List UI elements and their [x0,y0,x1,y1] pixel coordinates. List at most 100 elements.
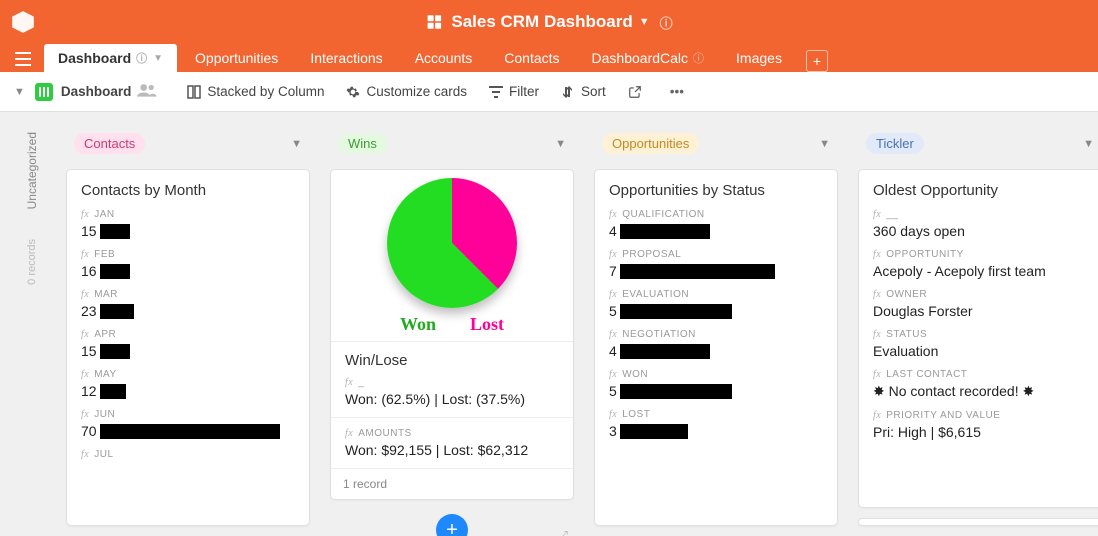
top-header: Sales CRM Dashboard ▼ ⓘ [0,0,1098,44]
chevron-down-icon[interactable]: ▼ [291,138,302,150]
field-label: LAST CONTACT [886,369,967,380]
card-win-lose[interactable]: Won Lost Win/Lose fx _ Won: (62.5%) | Los… [330,169,574,500]
field-value: 4 [609,223,823,239]
field-label: FEB [94,249,115,260]
field-label: LOST [622,409,650,420]
column-header[interactable]: Tickler ▼ [856,128,1098,159]
field-label: JUL [94,449,113,460]
tab-dashboard[interactable]: Dashboard ⓘ ▼ [44,44,177,72]
tickler-field: fxSTATUSEvaluation [873,329,1087,359]
add-tab-button[interactable]: + [806,50,828,72]
column-header[interactable]: Opportunities ▼ [592,128,840,159]
fx-icon: fx [873,410,881,421]
add-record-button[interactable]: + [436,514,468,536]
info-icon[interactable]: ⓘ [660,13,673,32]
workspace-title-text: Sales CRM Dashboard [451,12,632,32]
field-label: PROPOSAL [622,249,681,260]
fx-icon: fx [873,329,881,340]
fx-icon: fx [345,428,353,439]
tab-opportunities[interactable]: Opportunities [181,44,292,72]
field-label: MAR [94,289,118,300]
field-value: 3 [609,423,823,439]
fx-icon: fx [609,289,617,300]
legend-won: Won [400,314,436,335]
view-toolbar: ▼ Dashboard Stacked by Column Customize … [0,72,1098,112]
stacked-by-button[interactable]: Stacked by Column [187,84,324,99]
tab-interactions[interactable]: Interactions [296,44,396,72]
fx-icon: fx [609,249,617,260]
column-footer: + ⤢ [328,510,576,536]
legend-lost: Lost [470,314,504,335]
field-value: 12 [81,383,295,399]
status-row: fxLOST3 [609,409,823,439]
field-value: 23 [81,303,295,319]
status-row: fxEVALUATION5 [609,289,823,319]
board-area: Uncategorized 0 records Contacts ▼ Conta… [0,112,1098,536]
tab-label: Images [736,50,782,66]
field-label: NEGOTIATION [622,329,696,340]
column-pill: Wins [338,133,387,154]
column-pill: Tickler [866,133,924,154]
fx-icon: fx [609,209,617,220]
info-icon: ⓘ [693,50,704,66]
win-pct-line: Won: (62.5%) | Lost: (37.5%) [345,391,559,407]
label: Stacked by Column [207,84,324,99]
tab-label: Opportunities [195,50,278,66]
status-row: fxNEGOTIATION4 [609,329,823,359]
card-oldest-opportunity[interactable]: Oldest Opportunity fx__360 days openfxOP… [858,169,1098,508]
more-button[interactable]: ••• [670,84,690,99]
tickler-field: fx__360 days open [873,209,1087,239]
field-label: PRIORITY AND VALUE [886,410,1000,421]
card-contacts-by-month[interactable]: Contacts by Month fxJAN15fxFEB16fxMAR23f… [66,169,310,526]
tab-accounts[interactable]: Accounts [401,44,487,72]
card-stub[interactable] [858,518,1098,526]
card-opps-by-status[interactable]: Opportunities by Status fxQUALIFICATION4… [594,169,838,526]
menu-icon[interactable] [10,46,36,72]
month-row: fxJAN15 [81,209,295,239]
column-header[interactable]: Contacts ▼ [64,128,312,159]
column-header[interactable]: Wins ▼ [328,128,576,159]
field-value: Evaluation [873,343,1087,359]
chevron-down-icon[interactable]: ▼ [555,138,566,150]
fx-icon: fx [345,377,353,388]
pie-chart [387,178,517,308]
workspace-title[interactable]: Sales CRM Dashboard ▼ ⓘ [425,12,672,32]
tab-contacts[interactable]: Contacts [490,44,573,72]
share-button[interactable] [628,85,648,99]
month-row: fxMAR23 [81,289,295,319]
tab-dashboardcalc[interactable]: DashboardCalcⓘ [578,44,719,72]
column-pill: Opportunities [602,133,699,154]
fx-icon: fx [81,409,89,420]
filter-button[interactable]: Filter [489,84,539,99]
view-name[interactable]: Dashboard [61,84,132,99]
tab-images[interactable]: Images [722,44,796,72]
customize-cards-button[interactable]: Customize cards [346,84,467,99]
card-title: Win/Lose [345,352,559,369]
pie-legend: Won Lost [400,314,504,335]
chevron-down-icon[interactable]: ▼ [639,16,650,28]
app-logo-icon [10,9,36,35]
field-label: APR [94,329,116,340]
gutter-label-count: 0 records [26,239,38,285]
sort-button[interactable]: Sort [561,84,606,99]
month-row: fxJUN70 [81,409,295,439]
chevron-down-icon[interactable]: ▼ [1083,138,1094,150]
chevron-down-icon[interactable]: ▼ [819,138,830,150]
tab-label: Contacts [504,50,559,66]
expand-icon[interactable]: ⤢ [558,528,568,536]
gutter-label-uncategorized[interactable]: Uncategorized [25,132,39,209]
card-footer: 1 record [331,468,573,499]
month-row: fxMAY12 [81,369,295,399]
board-icon [425,13,443,31]
kanban-view-icon [35,83,53,101]
field-value: 4 [609,343,823,359]
collaborators-icon[interactable] [137,83,157,100]
status-row: fxQUALIFICATION4 [609,209,823,239]
field-label: _ [358,377,364,388]
field-label: EVALUATION [622,289,689,300]
field-value: Douglas Forster [873,303,1087,319]
field-value: 70 [81,423,295,439]
chevron-down-icon[interactable]: ▼ [153,53,163,64]
amounts-line: Won: $92,155 | Lost: $62,312 [345,442,559,458]
chevron-down-icon[interactable]: ▼ [14,86,25,98]
